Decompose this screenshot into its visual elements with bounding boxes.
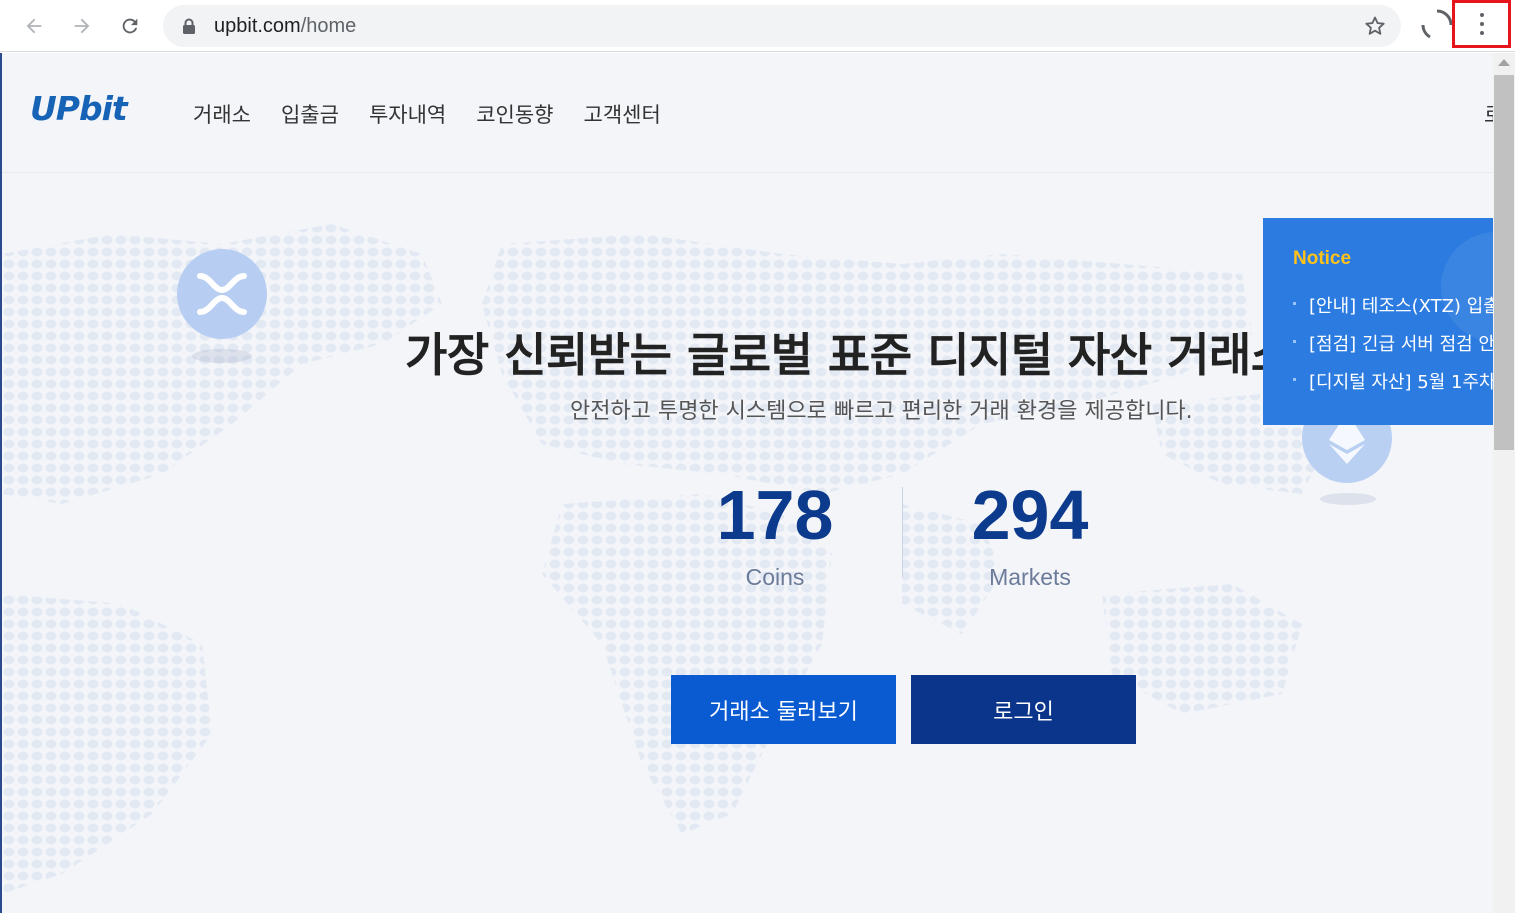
site-header: UPbit 거래소 입출금 투자내역 코인동향 고객센터 로 — [2, 53, 1493, 173]
upbit-logo[interactable]: UPbit — [30, 89, 128, 128]
vertical-scrollbar[interactable] — [1493, 53, 1515, 913]
stat-coins-label: Coins — [745, 564, 805, 590]
url-text: upbit.com/home — [214, 15, 357, 37]
nav-coin-trends[interactable]: 코인동향 — [476, 99, 553, 129]
stat-markets-value: 294 — [971, 476, 1089, 554]
stat-divider — [902, 487, 903, 577]
stat-markets-label: Markets — [989, 564, 1071, 590]
scroll-up-arrow-icon[interactable] — [1498, 59, 1510, 66]
nav-customer-center[interactable]: 고객센터 — [584, 99, 661, 129]
main-nav: 거래소 입출금 투자내역 코인동향 고객센터 — [193, 99, 661, 129]
bookmark-star-icon[interactable] — [1363, 14, 1387, 38]
back-arrow-icon — [26, 18, 42, 34]
loading-spinner-icon — [1421, 9, 1453, 39]
coin-shadow — [192, 349, 252, 363]
nav-investments[interactable]: 투자내역 — [369, 99, 446, 129]
hero-subtitle: 안전하고 투명한 시스템으로 빠르고 편리한 거래 환경을 제공합니다. — [570, 399, 1193, 424]
notice-list: [안내] 테조스(XTZ) 입출금 [점검] 긴급 서버 점검 안내 [디지털 … — [1293, 292, 1493, 406]
forward-button[interactable] — [66, 10, 98, 42]
notice-item[interactable]: [디지털 자산] 5월 1주차 — [1293, 368, 1493, 394]
reload-button[interactable] — [114, 10, 146, 42]
reload-icon — [122, 18, 138, 34]
page-viewport: UPbit 거래소 입출금 투자내역 코인동향 고객센터 로 가장 신뢰받는 글… — [0, 53, 1493, 913]
more-vert-icon — [1479, 13, 1484, 35]
address-bar[interactable]: upbit.com/home — [163, 5, 1401, 47]
nav-exchange[interactable]: 거래소 — [193, 99, 251, 129]
notice-title: Notice — [1293, 248, 1352, 269]
xrp-coin-icon — [177, 249, 267, 339]
header-login-link[interactable]: 로 — [1484, 99, 1493, 129]
lock-icon — [183, 18, 195, 34]
notice-item[interactable]: [안내] 테조스(XTZ) 입출금 — [1293, 292, 1493, 318]
notice-item[interactable]: [점검] 긴급 서버 점검 안내 — [1293, 330, 1493, 356]
hero-title: 가장 신뢰받는 글로벌 표준 디지털 자산 거래소 — [405, 328, 1293, 382]
login-button[interactable]: 로그인 — [911, 675, 1136, 744]
stat-coins-value: 178 — [716, 476, 834, 554]
stat-markets: 294 Markets — [950, 480, 1110, 591]
browser-toolbar: upbit.com/home — [0, 0, 1515, 52]
browser-menu-button[interactable] — [1452, 0, 1511, 48]
coin-shadow — [1320, 493, 1376, 505]
back-button[interactable] — [18, 10, 50, 42]
scroll-thumb[interactable] — [1494, 75, 1514, 450]
nav-deposit-withdraw[interactable]: 입출금 — [281, 99, 339, 129]
notice-panel: Notice [안내] 테조스(XTZ) 입출금 [점검] 긴급 서버 점검 안… — [1263, 218, 1493, 425]
stat-coins: 178 Coins — [702, 480, 848, 591]
forward-arrow-icon — [74, 18, 90, 34]
explore-exchange-button[interactable]: 거래소 둘러보기 — [671, 675, 896, 744]
